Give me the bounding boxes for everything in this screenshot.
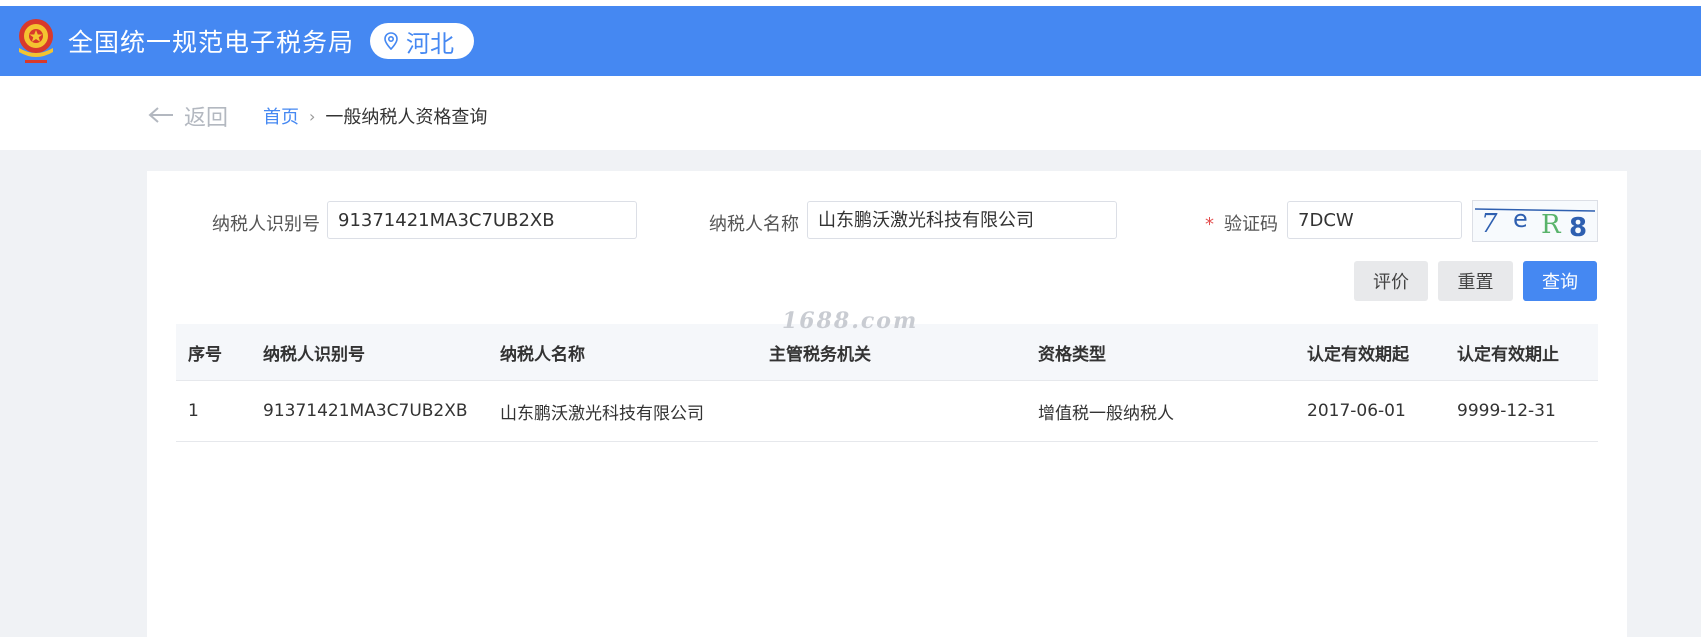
breadcrumb-home-link[interactable]: 首页 — [263, 103, 299, 129]
required-mark: * — [1205, 214, 1214, 235]
header-cell-taxpayer-name: 纳税人名称 — [500, 344, 585, 365]
header-cell-valid-to: 认定有效期止 — [1457, 344, 1559, 365]
reset-button[interactable]: 重置 — [1438, 261, 1513, 301]
taxpayer-name-input[interactable]: 山东鹏沃激光科技有限公司 — [807, 201, 1117, 239]
back-label: 返回 — [184, 106, 229, 131]
taxpayer-id-label: 纳税人识别号 — [212, 214, 320, 235]
header-cell-taxpayer-id: 纳税人识别号 — [263, 344, 365, 365]
table-row: 1 91371421MA3C7UB2XB 山东鹏沃激光科技有限公司 增值税一般纳… — [176, 381, 1598, 442]
svg-text:R: R — [1541, 210, 1562, 240]
tax-emblem-logo — [16, 14, 56, 68]
cell-taxpayer-name: 山东鹏沃激光科技有限公司 — [500, 403, 704, 424]
header-cell-valid-from: 认定有效期起 — [1307, 344, 1409, 365]
back-button[interactable]: 返回 — [148, 100, 228, 132]
location-pin-icon — [384, 32, 398, 50]
region-selector[interactable]: 河北 — [370, 23, 475, 59]
svg-text:e: e — [1513, 205, 1528, 233]
site-title: 全国统一规范电子税务局 — [68, 28, 355, 57]
back-arrow-icon — [148, 102, 174, 130]
cell-qualification-type: 增值税一般纳税人 — [1038, 403, 1174, 424]
captcha-label: 验证码 — [1224, 214, 1278, 235]
svg-text:8: 8 — [1569, 213, 1587, 241]
region-label: 河北 — [406, 29, 455, 58]
svg-text:7: 7 — [1481, 209, 1498, 239]
cell-index: 1 — [188, 401, 199, 421]
evaluate-button[interactable]: 评价 — [1354, 261, 1428, 301]
breadcrumb-current: 一般纳税人资格查询 — [325, 107, 488, 128]
taxpayer-id-input[interactable]: 91371421MA3C7UB2XB — [327, 201, 637, 239]
breadcrumb: 首页 › 一般纳税人资格查询 — [263, 103, 487, 129]
breadcrumb-separator: › — [309, 106, 316, 126]
cell-valid-to: 9999-12-31 — [1457, 401, 1556, 421]
query-button[interactable]: 查询 — [1523, 261, 1597, 301]
captcha-input[interactable]: 7DCW — [1287, 201, 1462, 239]
nav-bar: 返回 首页 › 一般纳税人资格查询 — [0, 76, 1701, 150]
captcha-label-wrap: * 验证码 — [1205, 210, 1278, 236]
results-table: 序号 纳税人识别号 纳税人名称 主管税务机关 资格类型 认定有效期起 认定有效期… — [176, 324, 1598, 442]
header-bar: 全国统一规范电子税务局 河北 — [0, 6, 1701, 76]
taxpayer-name-label: 纳税人名称 — [709, 214, 799, 235]
cell-valid-from: 2017-06-01 — [1307, 401, 1406, 421]
captcha-image[interactable]: 7 e R 8 — [1472, 200, 1598, 243]
header-cell-qualification-type: 资格类型 — [1038, 344, 1106, 365]
watermark: 1688.com — [782, 308, 919, 334]
header-cell-index: 序号 — [188, 344, 222, 365]
cell-taxpayer-id: 91371421MA3C7UB2XB — [263, 401, 468, 421]
